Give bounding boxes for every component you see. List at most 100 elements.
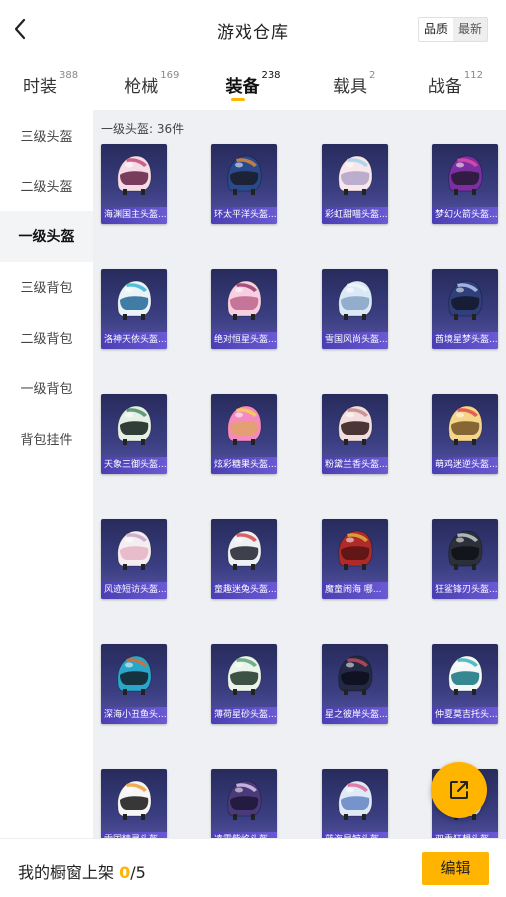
- helmet-icon: [448, 280, 483, 320]
- helmet-icon: [227, 155, 262, 195]
- tab-label: 枪械: [124, 77, 159, 97]
- item-name: 薄荷星砂头盔...: [211, 707, 277, 724]
- tab-label: 装备: [225, 77, 260, 97]
- item-card[interactable]: 彩虹甜喵头盔...: [322, 144, 388, 224]
- item-card[interactable]: 雪国精灵头盔...: [101, 769, 167, 840]
- item-card[interactable]: 风迹短访头盔...: [101, 519, 167, 599]
- helmet-icon: [448, 655, 483, 695]
- item-name: 仲夏莫吉托头...: [432, 707, 498, 724]
- helmet-icon: [448, 530, 483, 570]
- sort-toggle: 品质 最新: [417, 17, 488, 42]
- item-name: 彩虹甜喵头盔...: [322, 207, 388, 224]
- helmet-icon: [117, 530, 152, 570]
- item-name: 星之彼岸头盔...: [322, 707, 388, 724]
- helmet-icon: [117, 780, 152, 820]
- item-card[interactable]: 星之彼岸头盔...: [322, 644, 388, 724]
- app-header: 游戏仓库 品质 最新: [0, 0, 506, 58]
- helmet-icon: [117, 280, 152, 320]
- tab-label: 载具: [333, 77, 368, 97]
- item-name: 狂鲨锋刃头盔...: [432, 582, 498, 599]
- category-tabs: 时装 388 枪械 169 装备 238 载具 2 战备 112: [0, 58, 506, 110]
- tab-fashion[interactable]: 时装 388: [0, 58, 101, 110]
- showcase-max-count: 5: [135, 863, 146, 882]
- item-card[interactable]: 炫彩糖果头盔...: [211, 394, 277, 474]
- sidebar-item-level1-helmet[interactable]: 一级头盔: [0, 211, 93, 262]
- item-card[interactable]: 梦幻火箭头盔...: [432, 144, 498, 224]
- tab-vehicles[interactable]: 载具 2: [304, 58, 405, 110]
- item-name: 环太平洋头盔...: [211, 207, 277, 224]
- item-name: 绝对恒星头盔...: [211, 332, 277, 349]
- helmet-icon: [227, 655, 262, 695]
- showcase-status: 我的橱窗上架 0/5: [18, 859, 146, 883]
- sidebar-item-level2-helmet[interactable]: 二级头盔: [0, 161, 93, 212]
- item-card[interactable]: 狂鲨锋刃头盔...: [432, 519, 498, 599]
- sidebar-item-level3-backpack[interactable]: 三级背包: [0, 262, 93, 313]
- item-card[interactable]: 仲夏莫吉托头...: [432, 644, 498, 724]
- showcase-label: 我的橱窗上架: [18, 863, 115, 882]
- item-name: 天象三御头盔...: [101, 457, 167, 474]
- item-card[interactable]: 萌鸡迷逆头盔...: [432, 394, 498, 474]
- item-card[interactable]: 环太平洋头盔...: [211, 144, 277, 224]
- item-card[interactable]: 天象三御头盔...: [101, 394, 167, 474]
- tab-weapons[interactable]: 枪械 169: [101, 58, 202, 110]
- item-card[interactable]: 酋境星梦头盔...: [432, 269, 498, 349]
- edit-button[interactable]: 编辑: [422, 852, 489, 885]
- tab-battle-gear[interactable]: 战备 112: [405, 58, 506, 110]
- item-card[interactable]: 魔童闹海 哪...: [322, 519, 388, 599]
- showcase-current-count: 0: [119, 863, 131, 882]
- item-name: 童趣迷兔头盔...: [211, 582, 277, 599]
- helmet-icon: [227, 280, 262, 320]
- item-name: 粉黛兰香头盔...: [322, 457, 388, 474]
- section-title: 一级头盔: 36件: [101, 122, 185, 136]
- item-card[interactable]: 洛神天依头盔...: [101, 269, 167, 349]
- item-name: 风迹短访头盔...: [101, 582, 167, 599]
- item-card[interactable]: 深海小丑鱼头...: [101, 644, 167, 724]
- sidebar-item-level1-backpack[interactable]: 一级背包: [0, 363, 93, 414]
- item-name: 魔童闹海 哪...: [322, 582, 388, 599]
- tab-label: 战备: [427, 77, 462, 97]
- item-card[interactable]: 蓝海星鲸头盔...: [322, 769, 388, 840]
- share-float-button[interactable]: [431, 762, 487, 818]
- tab-count: 169: [160, 70, 180, 81]
- item-name: 雪国风尚头盔...: [322, 332, 388, 349]
- item-card[interactable]: 粉黛兰香头盔...: [322, 394, 388, 474]
- helmet-icon: [338, 655, 373, 695]
- sidebar-item-level2-backpack[interactable]: 二级背包: [0, 312, 93, 363]
- helmet-icon: [448, 155, 483, 195]
- sort-option-quality[interactable]: 品质: [418, 18, 453, 41]
- tab-count: 238: [261, 70, 281, 81]
- item-card[interactable]: 绝对恒星头盔...: [211, 269, 277, 349]
- sidebar-item-backpack-charm[interactable]: 背包挂件: [0, 413, 93, 464]
- tab-equipment[interactable]: 装备 238: [202, 58, 303, 110]
- sort-option-newest[interactable]: 最新: [452, 18, 487, 41]
- showcase-footer: 我的橱窗上架 0/5 编辑: [0, 838, 506, 897]
- external-link-icon: [450, 781, 468, 799]
- helmet-icon: [227, 530, 262, 570]
- helmet-icon: [338, 780, 373, 820]
- sidebar-item-level3-helmet[interactable]: 三级头盔: [0, 110, 93, 161]
- item-name: 酋境星梦头盔...: [432, 332, 498, 349]
- helmet-icon: [117, 155, 152, 195]
- item-card[interactable]: 海渊国主头盔...: [101, 144, 167, 224]
- item-card[interactable]: 凌霄紫焰头盔...: [211, 769, 277, 840]
- item-name: 梦幻火箭头盔...: [432, 207, 498, 224]
- helmet-icon: [227, 780, 262, 820]
- tab-count: 2: [369, 70, 376, 81]
- helmet-icon: [338, 530, 373, 570]
- helmet-icon: [338, 405, 373, 445]
- helmet-icon: [448, 405, 483, 445]
- tab-label: 时装: [23, 77, 58, 97]
- item-name: 洛神天依头盔...: [101, 332, 167, 349]
- tab-count: 388: [59, 70, 79, 81]
- helmet-icon: [117, 655, 152, 695]
- item-card[interactable]: 童趣迷兔头盔...: [211, 519, 277, 599]
- helmet-icon: [338, 155, 373, 195]
- helmet-icon: [227, 405, 262, 445]
- item-card[interactable]: 雪国风尚头盔...: [322, 269, 388, 349]
- item-content-area[interactable]: 一级头盔: 36件 海渊国主头盔... 环太平洋头盔... 彩虹甜喵头盔... 梦幻火…: [93, 110, 506, 840]
- item-name: 深海小丑鱼头...: [101, 707, 167, 724]
- item-name: 萌鸡迷逆头盔...: [432, 457, 498, 474]
- tab-count: 112: [463, 70, 483, 81]
- item-card[interactable]: 薄荷星砂头盔...: [211, 644, 277, 724]
- subcategory-sidebar: 三级头盔 二级头盔 一级头盔 三级背包 二级背包 一级背包 背包挂件: [0, 110, 93, 840]
